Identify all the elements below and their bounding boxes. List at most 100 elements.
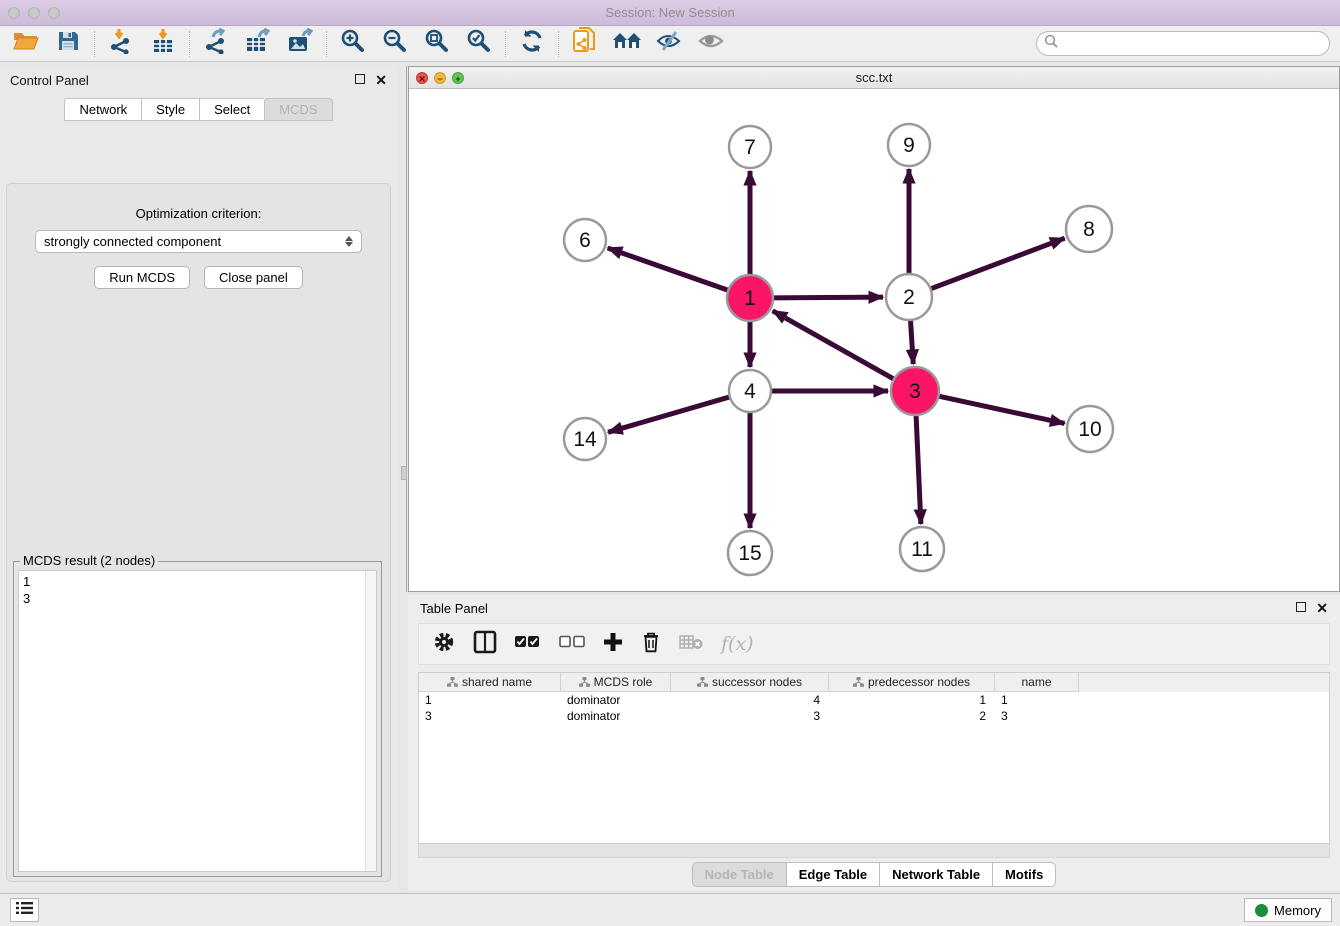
- graph-node-label-4: 4: [744, 380, 756, 403]
- task-history-button[interactable]: [10, 898, 39, 922]
- memory-label: Memory: [1274, 903, 1321, 918]
- import-network-button[interactable]: [105, 29, 137, 59]
- zoom-in-button[interactable]: [337, 29, 369, 59]
- table-bottom-strip: [418, 844, 1330, 858]
- import-table-button[interactable]: [147, 29, 179, 59]
- vertical-splitter[interactable]: [401, 66, 407, 592]
- network-close-button[interactable]: ✕: [416, 72, 428, 84]
- apply-layout-button[interactable]: [516, 29, 548, 59]
- first-neighbors-button[interactable]: [611, 29, 643, 59]
- copy-network-icon: [572, 27, 598, 60]
- zoom-fit-button[interactable]: [421, 29, 453, 59]
- export-table-button[interactable]: [242, 29, 274, 59]
- cell-successor-nodes[interactable]: 3: [671, 708, 829, 724]
- export-image-button[interactable]: [284, 29, 316, 59]
- node-table[interactable]: shared name MCDS role successor nodes pr…: [418, 672, 1330, 844]
- tab-network-table[interactable]: Network Table: [879, 862, 992, 887]
- cell-mcds-role[interactable]: dominator: [561, 692, 671, 708]
- deselect-all-checkboxes-icon[interactable]: [559, 635, 585, 654]
- cell-name[interactable]: 3: [995, 708, 1079, 724]
- graph-node-label-1: 1: [744, 287, 756, 310]
- memory-button[interactable]: Memory: [1244, 898, 1332, 922]
- result-scrollbar[interactable]: [365, 571, 376, 871]
- search-field[interactable]: [1036, 31, 1330, 56]
- delete-column-icon[interactable]: [641, 631, 661, 658]
- search-input[interactable]: [1062, 36, 1312, 51]
- tab-edge-table[interactable]: Edge Table: [786, 862, 879, 887]
- graph-edge-1-6[interactable]: [608, 248, 731, 291]
- tab-style[interactable]: Style: [141, 98, 199, 121]
- close-panel-icon[interactable]: ✕: [375, 73, 387, 87]
- open-session-button[interactable]: [10, 29, 42, 59]
- graph-edge-2-3[interactable]: [910, 318, 913, 364]
- graph-edge-3-11[interactable]: [916, 413, 921, 524]
- cell-mcds-role[interactable]: dominator: [561, 708, 671, 724]
- cell-predecessor-nodes[interactable]: 2: [829, 708, 995, 724]
- mcds-result-box: MCDS result (2 nodes) 1 3: [13, 561, 382, 877]
- close-panel-button[interactable]: Close panel: [204, 266, 303, 289]
- column-layout-icon[interactable]: [473, 630, 497, 659]
- copy-network-button[interactable]: [569, 29, 601, 59]
- graph-node-label-7: 7: [744, 136, 756, 159]
- mcds-result-text[interactable]: 1 3: [18, 570, 377, 872]
- export-network-button[interactable]: [200, 29, 232, 59]
- tab-select[interactable]: Select: [199, 98, 264, 121]
- network-graph[interactable]: 7968124314101511: [409, 89, 1339, 592]
- table-close-icon[interactable]: ✕: [1316, 601, 1328, 615]
- graph-edge-2-8[interactable]: [929, 238, 1065, 289]
- tab-mcds[interactable]: MCDS: [264, 98, 332, 121]
- run-mcds-button[interactable]: Run MCDS: [94, 266, 190, 289]
- column-header-predecessor-nodes[interactable]: predecessor nodes: [829, 673, 995, 692]
- cell-shared-name[interactable]: 1: [419, 692, 561, 708]
- network-window-titlebar[interactable]: scc.txt ✕ − +: [409, 67, 1339, 89]
- open-folder-icon: [13, 30, 39, 57]
- network-minimize-button[interactable]: −: [434, 72, 446, 84]
- control-panel-title: Control Panel: [10, 73, 345, 88]
- column-header-name[interactable]: name: [995, 673, 1079, 692]
- settings-gear-icon[interactable]: [433, 631, 455, 658]
- main-toolbar: [0, 26, 1340, 62]
- zoom-selected-icon: [466, 28, 492, 59]
- tab-network[interactable]: Network: [64, 98, 141, 121]
- tab-motifs[interactable]: Motifs: [992, 862, 1056, 887]
- network-maximize-button[interactable]: +: [452, 72, 464, 84]
- hide-selected-button[interactable]: [653, 29, 685, 59]
- optimization-criterion-dropdown[interactable]: strongly connected component: [35, 230, 362, 253]
- table-float-icon[interactable]: [1296, 602, 1306, 614]
- graph-edge-1-2[interactable]: [771, 297, 883, 298]
- zoom-out-button[interactable]: [379, 29, 411, 59]
- graph-edge-3-10[interactable]: [936, 396, 1064, 424]
- graph-node-label-6: 6: [579, 229, 591, 252]
- delete-table-icon: [679, 634, 703, 655]
- cell-predecessor-nodes[interactable]: 1: [829, 692, 995, 708]
- save-session-button[interactable]: [52, 29, 84, 59]
- dropdown-stepper-icon: [345, 236, 353, 247]
- select-all-checkboxes-icon[interactable]: [515, 635, 541, 654]
- result-line: 3: [23, 590, 372, 607]
- table-row[interactable]: 1 dominator 4 1 1: [419, 692, 1329, 708]
- control-panel: Control Panel ✕ Network Style Select MCD…: [0, 66, 397, 890]
- tab-node-table[interactable]: Node Table: [692, 862, 786, 887]
- cell-shared-name[interactable]: 3: [419, 708, 561, 724]
- export-network-icon: [203, 28, 229, 59]
- table-panel-title: Table Panel: [420, 601, 1286, 616]
- splitter-grip[interactable]: [401, 466, 407, 480]
- column-header-mcds-role[interactable]: MCDS role: [561, 673, 671, 692]
- graph-edge-3-1[interactable]: [773, 311, 896, 380]
- function-builder-icon: f(x): [721, 633, 754, 655]
- cell-successor-nodes[interactable]: 4: [671, 692, 829, 708]
- search-icon: [1044, 34, 1058, 53]
- graph-edge-4-14[interactable]: [608, 396, 732, 432]
- add-column-icon[interactable]: [603, 632, 623, 657]
- show-all-button[interactable]: [695, 29, 727, 59]
- column-header-shared-name[interactable]: shared name: [419, 673, 561, 692]
- float-panel-icon[interactable]: [355, 74, 365, 86]
- network-canvas[interactable]: 7968124314101511: [409, 89, 1339, 591]
- column-header-successor-nodes[interactable]: successor nodes: [671, 673, 829, 692]
- cell-name[interactable]: 1: [995, 692, 1079, 708]
- zoom-selected-button[interactable]: [463, 29, 495, 59]
- table-row[interactable]: 3 dominator 3 2 3: [419, 708, 1329, 724]
- table-panel: Table Panel ✕ f(x): [408, 595, 1340, 890]
- zoom-in-icon: [340, 28, 366, 59]
- window-titlebar: Session: New Session: [0, 0, 1340, 26]
